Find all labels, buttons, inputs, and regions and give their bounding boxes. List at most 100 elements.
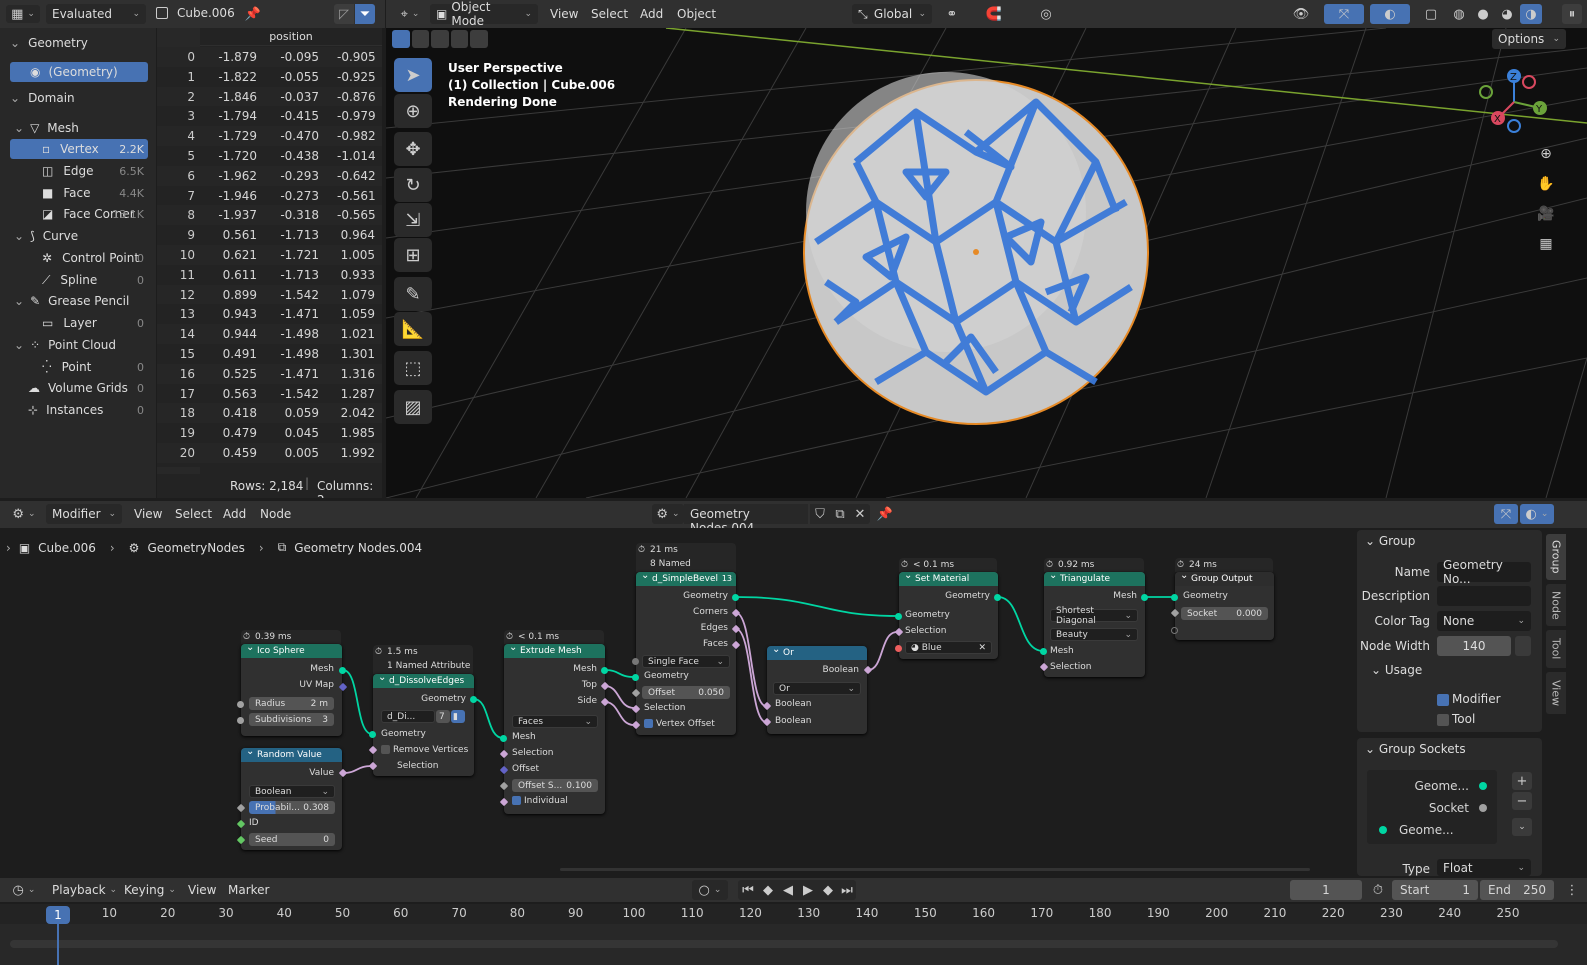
node-or[interactable]: Or Boolean Or⌄ Boolean Boolean	[767, 643, 867, 734]
tree-item-layer[interactable]: ▭ Layer 0	[42, 313, 148, 333]
node-header[interactable]: Set Material	[899, 569, 998, 586]
node-random-value[interactable]: Random Value Value Boolean⌄ Probabil...0…	[241, 745, 342, 850]
evaluation-mode-dropdown[interactable]: Evaluated ⌄	[46, 4, 146, 24]
tool-checkbox[interactable]: Tool	[1437, 712, 1475, 726]
vertex-offset-checkbox[interactable]: Vertex Offset	[644, 719, 715, 729]
pin-icon[interactable]: 📌	[244, 5, 262, 23]
tree-item-face[interactable]: ■ Face 4.4K	[42, 183, 148, 203]
pause-render-icon[interactable]: ⏸	[1562, 4, 1582, 24]
ngon-method-dropdown[interactable]: Beauty ⌄	[1050, 628, 1138, 641]
overlays-toggle-icon[interactable]: ◐	[1370, 4, 1410, 24]
tree-item-point[interactable]: ⁛ Point 0	[42, 357, 148, 377]
socket-input-geometry[interactable]	[895, 613, 902, 620]
group-chart-icon[interactable]: ▮	[451, 710, 465, 723]
gizmo-toggle-icon[interactable]: ⤧	[1324, 4, 1364, 24]
tab-node[interactable]: Node	[1546, 584, 1566, 626]
group-sockets-header[interactable]: ⌄ Group Sockets	[1365, 742, 1466, 756]
node-header[interactable]: Ico Sphere	[241, 641, 342, 658]
camera-icon[interactable]: 🎥	[1536, 204, 1556, 224]
navigation-gizmo[interactable]: Z Y X	[1474, 66, 1554, 146]
node-menu-select[interactable]: Select	[175, 507, 212, 521]
group-browse-field[interactable]: d_Di...	[381, 710, 435, 723]
subdivisions-field[interactable]: Subdivisions 3	[249, 713, 334, 726]
sockets-list[interactable]: Geome... Socket Geome...	[1367, 770, 1497, 844]
editor-type-timeline-icon[interactable]: ◷ ⌄	[8, 881, 40, 899]
node-editor-canvas[interactable]: › ▣ Cube.006 › ⚙ GeometryNodes › ⧉ Geometry…	[0, 528, 1587, 876]
select-invert-icon[interactable]	[450, 30, 469, 48]
duplicate-icon[interactable]: ⧉	[830, 504, 850, 524]
node-triangulate[interactable]: Triangulate Mesh Shortest Diagonal⌄ Beau…	[1044, 569, 1145, 677]
image-tool-icon[interactable]: ▨	[394, 390, 432, 424]
modifier-checkbox[interactable]: Modifier	[1437, 692, 1501, 706]
transform-orientation-dropdown[interactable]: ⤡ Global ⌄	[852, 4, 932, 24]
node-width-field[interactable]: 140	[1437, 636, 1511, 656]
socket-input-empty[interactable]	[1171, 627, 1178, 634]
material-shading-icon[interactable]: ◕	[1496, 4, 1518, 24]
select-extend-icon[interactable]	[411, 30, 430, 48]
socket-output-mesh[interactable]	[601, 667, 608, 674]
tab-view[interactable]: View	[1546, 672, 1566, 714]
keying-menu[interactable]: Keying ⌄	[118, 880, 178, 900]
boolean-op-dropdown[interactable]: Or ⌄	[773, 682, 861, 695]
editor-type-nodes-icon[interactable]: ⚙ ⌄	[8, 505, 40, 523]
node-menu-view[interactable]: View	[134, 507, 162, 521]
mode-dropdown[interactable]: ▣ Object Mode ⌄	[430, 0, 538, 28]
tab-tool[interactable]: Tool	[1546, 630, 1566, 668]
cursor-tool-icon[interactable]: ⊕	[394, 94, 432, 128]
visibility-icon[interactable]: 👁	[1286, 4, 1316, 24]
node-group-output[interactable]: Group Output Geometry Socket0.000	[1175, 569, 1274, 640]
zoom-icon[interactable]: ⊕	[1536, 144, 1556, 164]
clear-icon[interactable]: ✕	[978, 643, 986, 653]
end-frame-field[interactable]: End 250	[1480, 880, 1554, 900]
transform-tool-icon[interactable]: ⊞	[394, 238, 432, 272]
domain-section[interactable]: ⌄ Domain	[10, 88, 75, 108]
material-field[interactable]: ◕ Blue ✕	[905, 641, 992, 654]
play-reverse-icon[interactable]: ◀	[778, 880, 798, 900]
quad-method-dropdown[interactable]: Shortest Diagonal ⌄	[1050, 606, 1138, 626]
bevel-offset-field[interactable]: Offset 0.050	[642, 686, 730, 699]
select-new-icon[interactable]	[392, 30, 410, 48]
frame-ruler[interactable]: 10 20 30 40 50 60 70 80 90 100 110 120 130 140 150 160 1…	[0, 904, 1587, 924]
socket-type-dropdown[interactable]: Float ⌄	[1437, 859, 1531, 876]
menu-object[interactable]: Object	[677, 7, 716, 21]
node-tree-name[interactable]: Geometry Nodes.004	[684, 504, 808, 535]
select-box-tool-icon[interactable]: ➤	[394, 58, 432, 92]
extrude-mode-dropdown[interactable]: Faces ⌄	[512, 715, 598, 728]
socket-input-radius[interactable]	[237, 701, 244, 708]
socket-input-geometry[interactable]	[369, 731, 376, 738]
wireframe-shading-icon[interactable]: ◍	[1448, 4, 1470, 24]
editor-type-spreadsheet-icon[interactable]: ▦ ⌄	[6, 5, 40, 23]
usage-subpanel[interactable]: ⌄ Usage	[1371, 663, 1422, 677]
socket-output-mesh[interactable]	[1141, 594, 1148, 601]
socket-output-mesh[interactable]	[339, 667, 346, 674]
offset-scale-field[interactable]: Offset S... 0.100	[512, 779, 598, 792]
socket-input-material[interactable]	[895, 645, 902, 652]
node-menu-node[interactable]: Node	[260, 507, 291, 521]
editor-type-3d-icon[interactable]: ⌖ ⌄	[394, 5, 426, 23]
node-header[interactable]: d_DissolveEdges	[373, 671, 474, 688]
auto-keying-icon[interactable]: ○ ⌄	[692, 880, 728, 900]
playback-menu[interactable]: Playback ⌄	[46, 880, 117, 900]
remove-socket-icon[interactable]: −	[1512, 792, 1532, 810]
node-set-material[interactable]: Set Material Geometry Geometry Selection…	[899, 569, 998, 659]
play-icon[interactable]: ▶	[798, 880, 818, 900]
annotate-tool-icon[interactable]: ✎	[394, 277, 432, 311]
prev-keyframe-icon[interactable]: ◆	[758, 880, 778, 900]
timeline-options-icon[interactable]: ⋮	[1562, 880, 1582, 900]
menu-view[interactable]: View	[550, 7, 578, 21]
timeline-scrollbar[interactable]	[10, 940, 1558, 948]
menu-add[interactable]: Add	[640, 7, 663, 21]
socket-input-geometry[interactable]	[1171, 594, 1178, 601]
socket-item-geometry-in[interactable]: Geome...	[1399, 823, 1454, 837]
fake-user-shield-icon[interactable]: ⛉	[810, 504, 830, 524]
node-header[interactable]: Extrude Mesh	[504, 641, 605, 658]
node-menu-add[interactable]: Add	[223, 507, 246, 521]
socket-input-geometry[interactable]	[632, 674, 639, 681]
group-users-count[interactable]: 7	[436, 710, 450, 723]
jump-start-icon[interactable]: ⏮	[738, 880, 758, 900]
geometry-section[interactable]: ⌄ Geometry	[10, 33, 88, 53]
add-cube-tool-icon[interactable]: ⬚	[394, 351, 432, 385]
jump-end-icon[interactable]: ⏭	[838, 880, 856, 900]
tree-item-curve[interactable]: ⌄ ⟆ Curve	[14, 226, 78, 246]
remove-vertices-checkbox[interactable]: Remove Vertices	[381, 745, 468, 755]
